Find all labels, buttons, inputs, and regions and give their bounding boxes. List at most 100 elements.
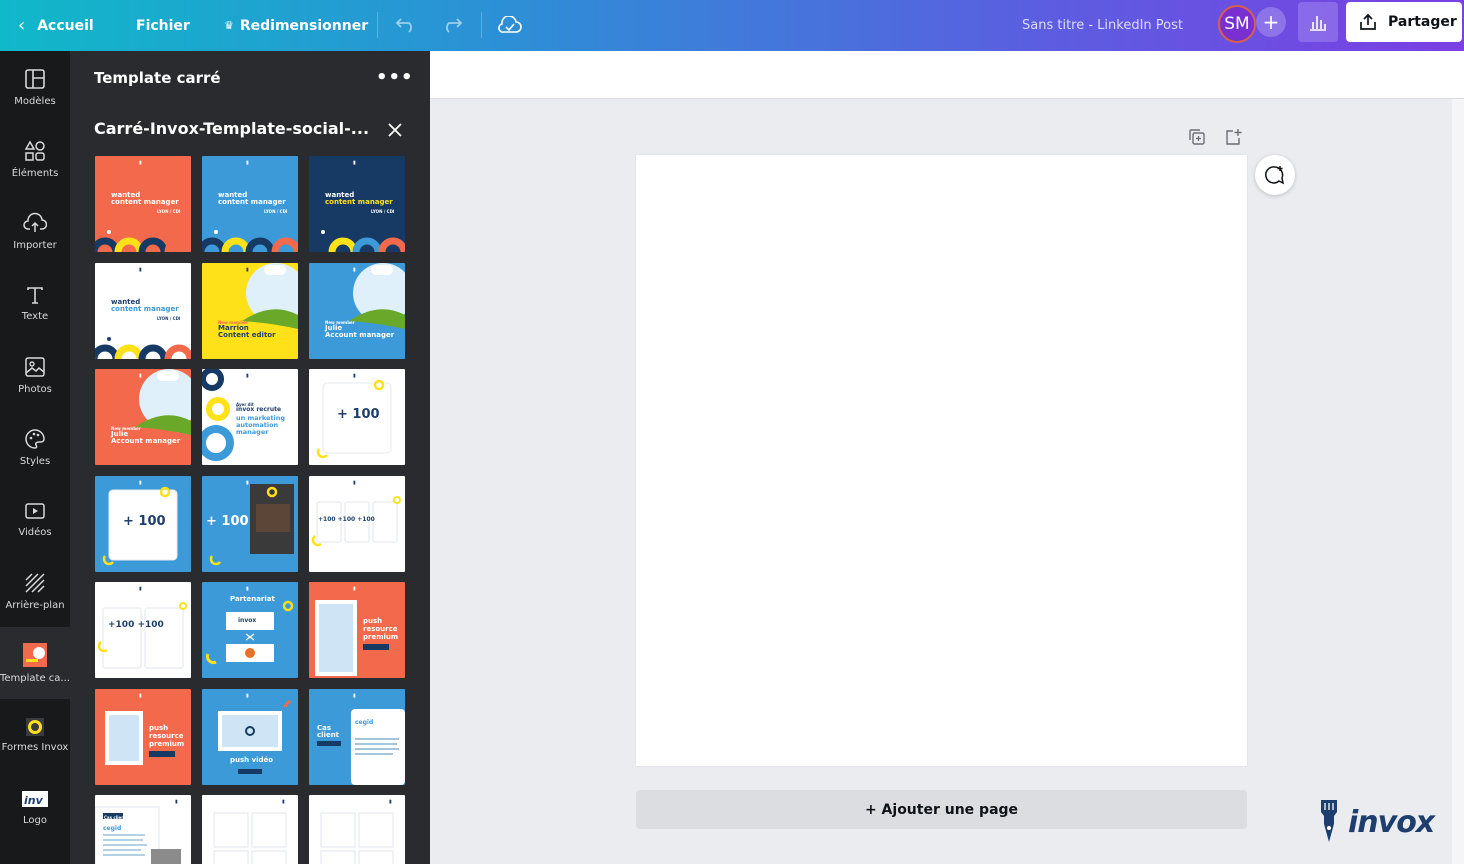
thumb-line2: client bbox=[317, 730, 340, 739]
template-thumbnail[interactable]: ▮ New member Marrion Content editor bbox=[202, 262, 298, 359]
divider bbox=[481, 12, 482, 38]
comment-plus-icon bbox=[1265, 166, 1285, 185]
document-title[interactable]: Sans titre - LinkedIn Post bbox=[1022, 0, 1183, 51]
thumb-line3: premium bbox=[363, 633, 399, 641]
template-thumbnail[interactable]: ▮ New member Julie Account manager bbox=[309, 262, 405, 359]
template-thumbnail[interactable]: ▮ Cas client cegid bbox=[95, 795, 191, 864]
invox-brand-logo: invox bbox=[1316, 798, 1435, 846]
invox-logo-icon: inv bbox=[22, 790, 48, 807]
thumb-line1: push bbox=[363, 617, 383, 625]
thumb-counters: +100 +100 bbox=[108, 620, 164, 630]
template-thumbnail[interactable]: ▮ +100 +100 +100 bbox=[309, 475, 405, 572]
left-rail: Modèles Éléments Importer Texte Photos S… bbox=[0, 51, 70, 864]
rail-item-templates[interactable]: Modèles bbox=[0, 51, 70, 123]
thumb-line2: cegid bbox=[103, 825, 122, 832]
duplicate-page-icon[interactable] bbox=[1187, 127, 1207, 147]
svg-text:inv: inv bbox=[24, 794, 44, 807]
rail-item-template-carre[interactable]: Template ca... bbox=[0, 627, 70, 699]
rail-item-videos[interactable]: Vidéos bbox=[0, 483, 70, 555]
template-thumbnail[interactable]: ▮ wanted content manager LYON / CDI bbox=[95, 262, 191, 359]
divider bbox=[377, 12, 378, 38]
template-thumbnail[interactable]: ▮ Ayer dit invox recrute un marketing autom… bbox=[202, 369, 298, 465]
thumb-line2: invox recrute bbox=[236, 406, 282, 413]
insights-button[interactable] bbox=[1298, 2, 1338, 42]
brand-text: invox bbox=[1348, 804, 1435, 840]
template-thumbnail[interactable]: ▮ +100 +100 bbox=[95, 582, 191, 678]
thumb-counters: +100 +100 +100 bbox=[318, 515, 375, 523]
resize-label: Redimensionner bbox=[239, 17, 369, 34]
template-thumbnail[interactable]: ▮ New member Julie Account manager bbox=[95, 369, 191, 465]
design-page[interactable] bbox=[636, 155, 1247, 766]
rail-item-invox-shapes[interactable]: Formes Invox bbox=[0, 699, 70, 771]
text-icon bbox=[27, 286, 43, 304]
thumb-line3: Account manager bbox=[325, 330, 395, 339]
bar-chart-icon bbox=[1310, 16, 1326, 31]
thumb-line2: content manager bbox=[111, 198, 179, 206]
rail-item-elements[interactable]: Éléments bbox=[0, 123, 70, 195]
thumb-line3: LYON / CDI bbox=[157, 209, 181, 214]
template-thumbnail[interactable]: ▮ Partenariat invox bbox=[202, 582, 298, 678]
template-thumbnail[interactable]: ▮ + 100 bbox=[309, 369, 405, 465]
rail-item-photos[interactable]: Photos bbox=[0, 339, 70, 411]
add-page-icon[interactable] bbox=[1223, 127, 1243, 147]
file-menu-button[interactable]: Fichier bbox=[136, 0, 190, 51]
undo-icon[interactable] bbox=[390, 9, 422, 41]
share-upload-icon bbox=[1360, 13, 1376, 30]
upload-cloud-icon bbox=[23, 212, 47, 232]
thumb-line1: push bbox=[149, 723, 169, 732]
thumb-line3: un marketing automation manager bbox=[236, 414, 286, 436]
thumb-line1: Partenariat bbox=[230, 595, 275, 603]
template-thumbnail[interactable]: ▮ wanted content manager LYON / CDI bbox=[309, 156, 405, 252]
vertical-scrollbar[interactable] bbox=[1452, 99, 1464, 864]
template-thumbnail[interactable]: ▮ wanted content manager LYON / CDI bbox=[202, 156, 298, 252]
rail-item-styles[interactable]: Styles bbox=[0, 411, 70, 483]
thumb-line2: invox bbox=[238, 617, 257, 624]
layout-icon bbox=[25, 68, 45, 89]
folder-title: Carré-Invox-Template-social-... bbox=[94, 119, 370, 138]
crown-icon: ♛ bbox=[224, 19, 234, 32]
add-comment-button[interactable] bbox=[1255, 155, 1295, 195]
more-options-button[interactable]: ••• bbox=[376, 67, 414, 88]
thumb-line3: cegid bbox=[355, 718, 374, 726]
templates-panel: Template carré ••• Carré-Invox-Template-… bbox=[70, 51, 430, 864]
template-thumbnail[interactable]: ▮ wanted content manager LYON / CDI bbox=[95, 156, 191, 252]
home-button[interactable]: ‹ Accueil bbox=[18, 0, 94, 51]
redo-icon[interactable] bbox=[436, 9, 468, 41]
cloud-saved-icon[interactable] bbox=[494, 9, 526, 41]
rail-item-background[interactable]: Arrière-plan bbox=[0, 555, 70, 627]
image-icon bbox=[25, 356, 45, 377]
add-page-button[interactable]: + Ajouter une page bbox=[636, 790, 1247, 829]
invox-fist-pen-icon bbox=[1321, 800, 1337, 842]
template-thumb-icon bbox=[23, 642, 47, 667]
top-bar: ‹ Accueil Fichier ♛ Redimensionner Sans … bbox=[0, 0, 1464, 51]
background-icon bbox=[25, 572, 45, 593]
template-thumbnail[interactable]: ▮ + 100 bbox=[95, 475, 191, 572]
palette-icon bbox=[25, 428, 45, 449]
canvas-toolbar-area bbox=[430, 51, 1464, 99]
invox-shapes-icon bbox=[26, 717, 44, 736]
video-icon bbox=[25, 502, 45, 519]
thumb-line3: LYON / CDI bbox=[157, 315, 181, 321]
template-thumbnail[interactable]: ▮ Cas client cegid bbox=[309, 688, 405, 785]
thumb-counter: + 100 bbox=[206, 513, 249, 529]
template-thumbnail[interactable]: ▮ push vidéo bbox=[202, 688, 298, 785]
template-thumbnail[interactable]: ▮ + 100 bbox=[202, 475, 298, 572]
template-thumbnail[interactable]: ▮ bbox=[202, 795, 298, 864]
add-user-button[interactable]: + bbox=[1256, 7, 1286, 37]
template-thumbnail[interactable]: ▮ push resource premium bbox=[309, 582, 405, 678]
thumb-line3: Content editor bbox=[218, 330, 276, 339]
thumb-line2: resource bbox=[149, 731, 184, 740]
thumb-line2: content manager bbox=[218, 198, 286, 206]
rail-item-upload[interactable]: Importer bbox=[0, 195, 70, 267]
rail-item-logo[interactable]: inv Logo bbox=[0, 771, 70, 843]
resize-button[interactable]: ♛ Redimensionner bbox=[224, 0, 368, 51]
template-thumbnail[interactable]: ▮ push resource premium bbox=[95, 688, 191, 785]
rail-item-text[interactable]: Texte bbox=[0, 267, 70, 339]
avatar[interactable]: SM bbox=[1218, 5, 1256, 43]
share-button[interactable]: Partager bbox=[1346, 2, 1462, 42]
panel-title: Template carré bbox=[94, 69, 221, 87]
close-icon[interactable] bbox=[386, 121, 404, 139]
thumb-line2: content manager bbox=[111, 304, 179, 313]
chevron-left-icon: ‹ bbox=[18, 15, 26, 36]
template-thumbnail[interactable]: ▮ bbox=[309, 795, 405, 864]
